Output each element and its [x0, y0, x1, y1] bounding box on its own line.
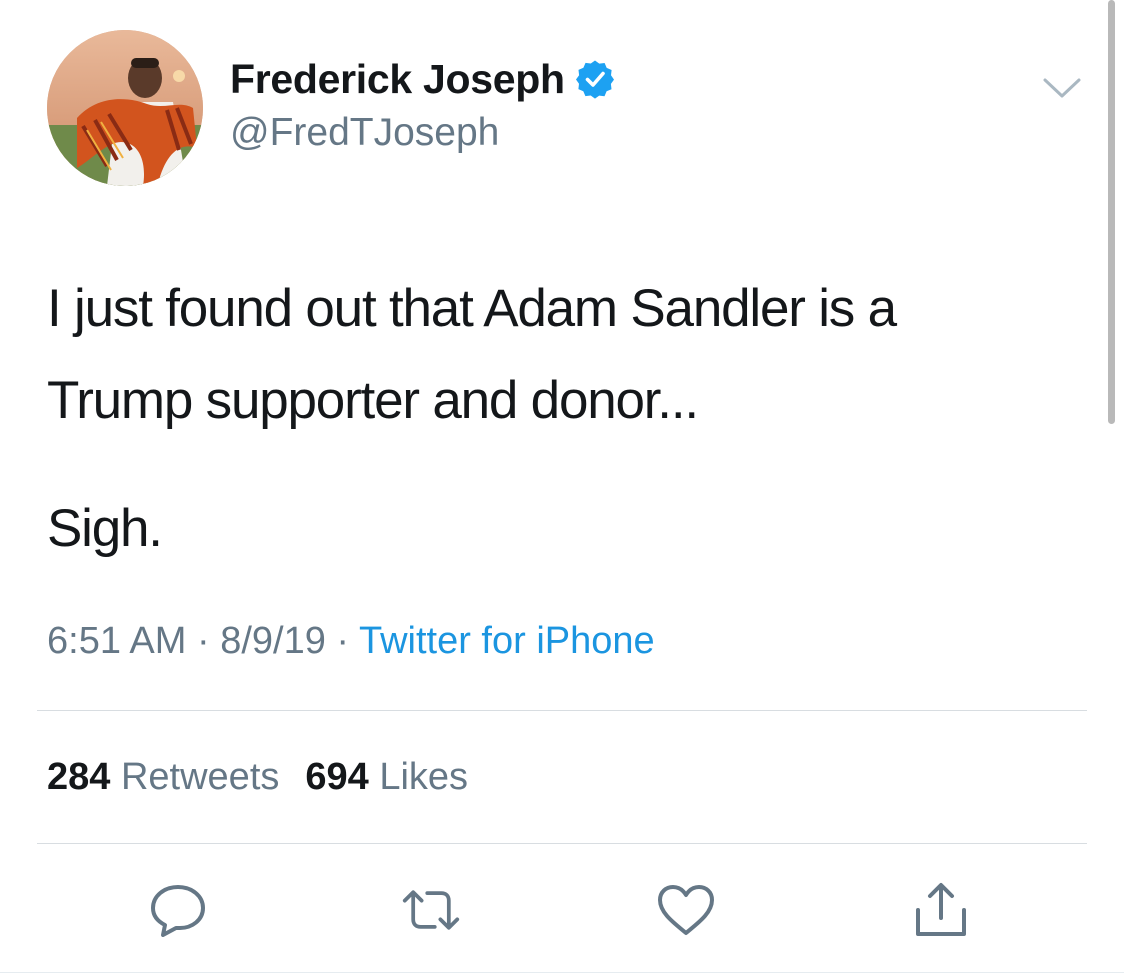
likes-label: Likes: [379, 756, 469, 798]
divider: [0, 972, 1124, 973]
meta-separator: ·: [325, 620, 359, 662]
share-button[interactable]: [911, 880, 971, 940]
retweet-icon: [402, 890, 460, 930]
display-name[interactable]: Frederick Joseph: [230, 56, 615, 102]
reply-icon: [151, 885, 205, 937]
user-handle[interactable]: @FredTJoseph: [230, 111, 499, 155]
avatar[interactable]: [47, 30, 203, 186]
share-icon: [916, 883, 966, 936]
tweet-meta: 6:51 AM · 8/9/19 · Twitter for iPhone: [47, 618, 655, 664]
like-button[interactable]: [656, 880, 716, 940]
retweets-stat[interactable]: 284 Retweets: [47, 756, 279, 798]
likes-count: 694: [305, 756, 369, 798]
heart-icon: [658, 885, 714, 935]
scrollbar[interactable]: [1108, 0, 1115, 424]
profile-photo-icon: [47, 30, 203, 186]
reply-button[interactable]: [148, 880, 208, 940]
retweet-button[interactable]: [401, 880, 461, 940]
retweets-count: 284: [47, 756, 111, 798]
likes-stat[interactable]: 694 Likes: [305, 756, 468, 798]
chevron-down-icon[interactable]: [1042, 76, 1082, 100]
retweets-label: Retweets: [120, 756, 280, 798]
tweet-date: 8/9/19: [220, 620, 326, 662]
tweet-stats: 284 Retweets 694 Likes: [47, 754, 468, 800]
tweet-line: I just found out that Adam Sandler is a: [47, 279, 897, 338]
tweet-line: Trump supporter and donor...: [47, 371, 699, 430]
verified-badge-icon: [575, 60, 614, 99]
tweet-text: I just found out that Adam Sandler is a …: [47, 263, 1087, 575]
divider: [37, 710, 1087, 711]
meta-separator: ·: [186, 620, 221, 662]
display-name-text: Frederick Joseph: [230, 56, 565, 102]
tweet-source-link[interactable]: Twitter for iPhone: [359, 620, 655, 662]
tweet-time: 6:51 AM: [47, 620, 187, 662]
tweet-line: Sigh.: [47, 499, 163, 558]
divider: [37, 843, 1087, 844]
